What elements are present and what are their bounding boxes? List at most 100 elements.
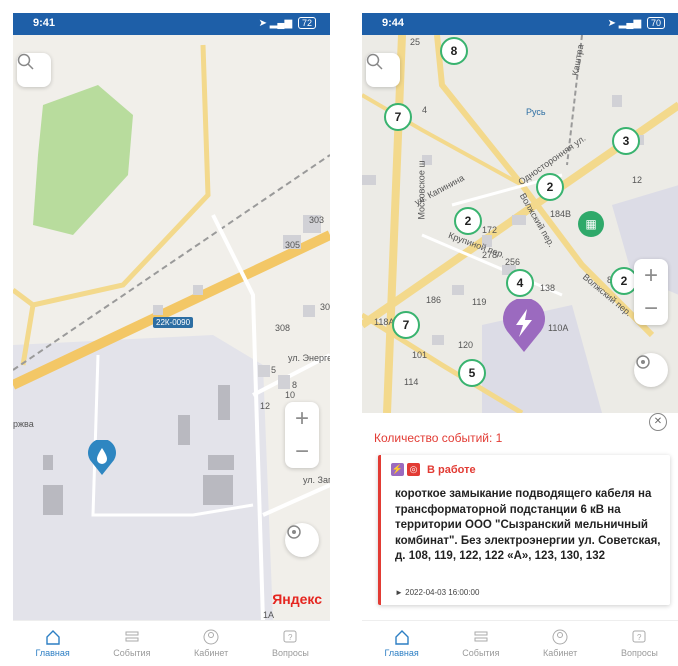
tab-label: Вопросы: [271, 648, 309, 658]
building-number: 8: [292, 380, 298, 390]
building-number: 5: [271, 365, 277, 375]
zoom-in-button[interactable]: +: [634, 259, 668, 292]
event-card[interactable]: ⚡ ◎ В работе короткое замыкание подводящ…: [378, 455, 670, 605]
building-number: 110A: [548, 323, 569, 333]
building-number: 12: [632, 175, 643, 185]
tab-label: Кабинет: [543, 648, 578, 658]
close-icon[interactable]: ✕: [649, 413, 667, 431]
building-number: 172: [482, 225, 498, 235]
street-label: ул. Энергет: [288, 353, 330, 363]
tab-label: Главная: [384, 648, 419, 658]
tab-questions[interactable]: ? Вопросы: [600, 621, 678, 666]
home-icon: [45, 630, 60, 645]
building-number: 120: [458, 340, 474, 350]
tab-label: События: [462, 648, 500, 658]
building-number: 184В: [550, 209, 572, 219]
search-icon: [17, 53, 34, 70]
home-icon: [394, 630, 409, 645]
status-time: 9:41: [33, 17, 56, 29]
map-view[interactable]: 22К-0090 ул. Энергет ул. Запад ржва 303 …: [13, 35, 330, 621]
water-event-pin[interactable]: [87, 440, 117, 476]
event-cluster[interactable]: 2: [454, 207, 482, 235]
building-number: 4: [422, 105, 428, 115]
zoom-control: + −: [285, 402, 319, 468]
question-icon: ?: [632, 630, 646, 643]
tab-label: Вопросы: [620, 648, 658, 658]
event-cluster[interactable]: 5: [458, 359, 486, 387]
street-label: ржва: [13, 419, 34, 429]
bottom-tab-bar: Главная События Кабинет ? Вопросы: [362, 620, 678, 666]
industrial-area: [13, 335, 273, 621]
building-number: 256: [505, 257, 521, 267]
building-icon[interactable]: ▦: [578, 211, 604, 237]
building-number: 114: [404, 377, 419, 387]
status-bar: 9:44 ➤ ▂▄▆ 70: [362, 13, 678, 35]
event-status-row: ⚡ ◎ В работе: [391, 463, 476, 476]
search-button[interactable]: [17, 53, 51, 87]
tab-events[interactable]: События: [441, 621, 520, 666]
question-icon: ?: [283, 630, 297, 643]
event-cluster[interactable]: 4: [506, 269, 534, 297]
status-badge: В работе: [427, 463, 476, 476]
event-cluster[interactable]: 8: [440, 37, 468, 65]
zoom-out-button[interactable]: −: [285, 435, 319, 468]
building-number: 1A: [263, 610, 275, 620]
user-icon: [203, 629, 219, 645]
status-icons: ➤ ▂▄▆ 70: [608, 17, 665, 29]
lightning-icon: ⚡: [391, 463, 404, 476]
building-number: 138: [540, 283, 556, 293]
building-number: 308: [275, 323, 291, 333]
event-cluster[interactable]: 3: [612, 127, 640, 155]
battery-icon: 70: [646, 17, 665, 29]
events-panel: ✕ Количество событий: 1 ⚡ ◎ В работе кор…: [362, 413, 678, 621]
status-icons: ➤ ▂▄▆ 72: [259, 17, 316, 29]
event-cluster[interactable]: 2: [536, 173, 564, 201]
zoom-in-button[interactable]: +: [285, 402, 319, 435]
lightning-icon: [503, 299, 545, 352]
tab-home[interactable]: Главная: [362, 621, 441, 666]
tab-questions[interactable]: ? Вопросы: [251, 621, 330, 666]
park-area: [33, 85, 133, 235]
building-number: 119: [472, 297, 487, 307]
power-event-pin[interactable]: [502, 299, 546, 353]
water-drop-icon: [88, 440, 116, 475]
building-number: 101: [412, 350, 428, 360]
list-icon: [125, 631, 139, 642]
building-number: 30: [320, 302, 330, 312]
locate-icon: [287, 525, 301, 539]
left-phone-screen: 9:41 ➤ ▂▄▆ 72 22К-0090 ул. Энерге ул. За…: [13, 13, 330, 666]
zoom-control: + −: [634, 259, 668, 325]
building-number: 303: [309, 215, 325, 225]
tab-label: События: [113, 648, 151, 658]
events-count: Количество событий: 1: [374, 431, 503, 445]
place-label: Русь: [526, 107, 546, 117]
search-button[interactable]: [366, 53, 400, 87]
svg-text:?: ?: [288, 633, 293, 642]
locate-icon: [636, 355, 650, 369]
street-label: Московское ш: [416, 160, 427, 220]
tab-events[interactable]: События: [92, 621, 171, 666]
yandex-logo-text: Яндекс: [272, 591, 322, 607]
tab-label: Кабинет: [194, 648, 229, 658]
event-cluster[interactable]: 7: [392, 311, 420, 339]
map-canvas: [362, 35, 678, 413]
svg-text:?: ?: [637, 633, 642, 642]
status-bar: 9:41 ➤ ▂▄▆ 72: [13, 13, 330, 35]
status-icon: ◎: [407, 463, 420, 476]
zoom-out-button[interactable]: −: [634, 292, 668, 325]
locate-button[interactable]: [285, 523, 319, 557]
locate-button[interactable]: [634, 353, 668, 387]
street-label: ул. Запад: [303, 475, 330, 485]
building-number: 10: [285, 390, 296, 400]
tab-cabinet[interactable]: Кабинет: [521, 621, 600, 666]
tab-cabinet[interactable]: Кабинет: [172, 621, 251, 666]
building-number: 25: [410, 37, 421, 47]
map-view[interactable]: Московское ш ул. Капинина Волжский пер. …: [362, 35, 678, 413]
user-icon: [552, 629, 568, 645]
building-number: 278: [482, 250, 498, 260]
event-cluster[interactable]: 7: [384, 103, 412, 131]
event-description: короткое замыкание подводящего кабеля на…: [395, 488, 661, 562]
tab-home[interactable]: Главная: [13, 621, 92, 666]
yandex-logo: Яндекс: [272, 591, 322, 607]
building-number: 305: [285, 240, 301, 250]
